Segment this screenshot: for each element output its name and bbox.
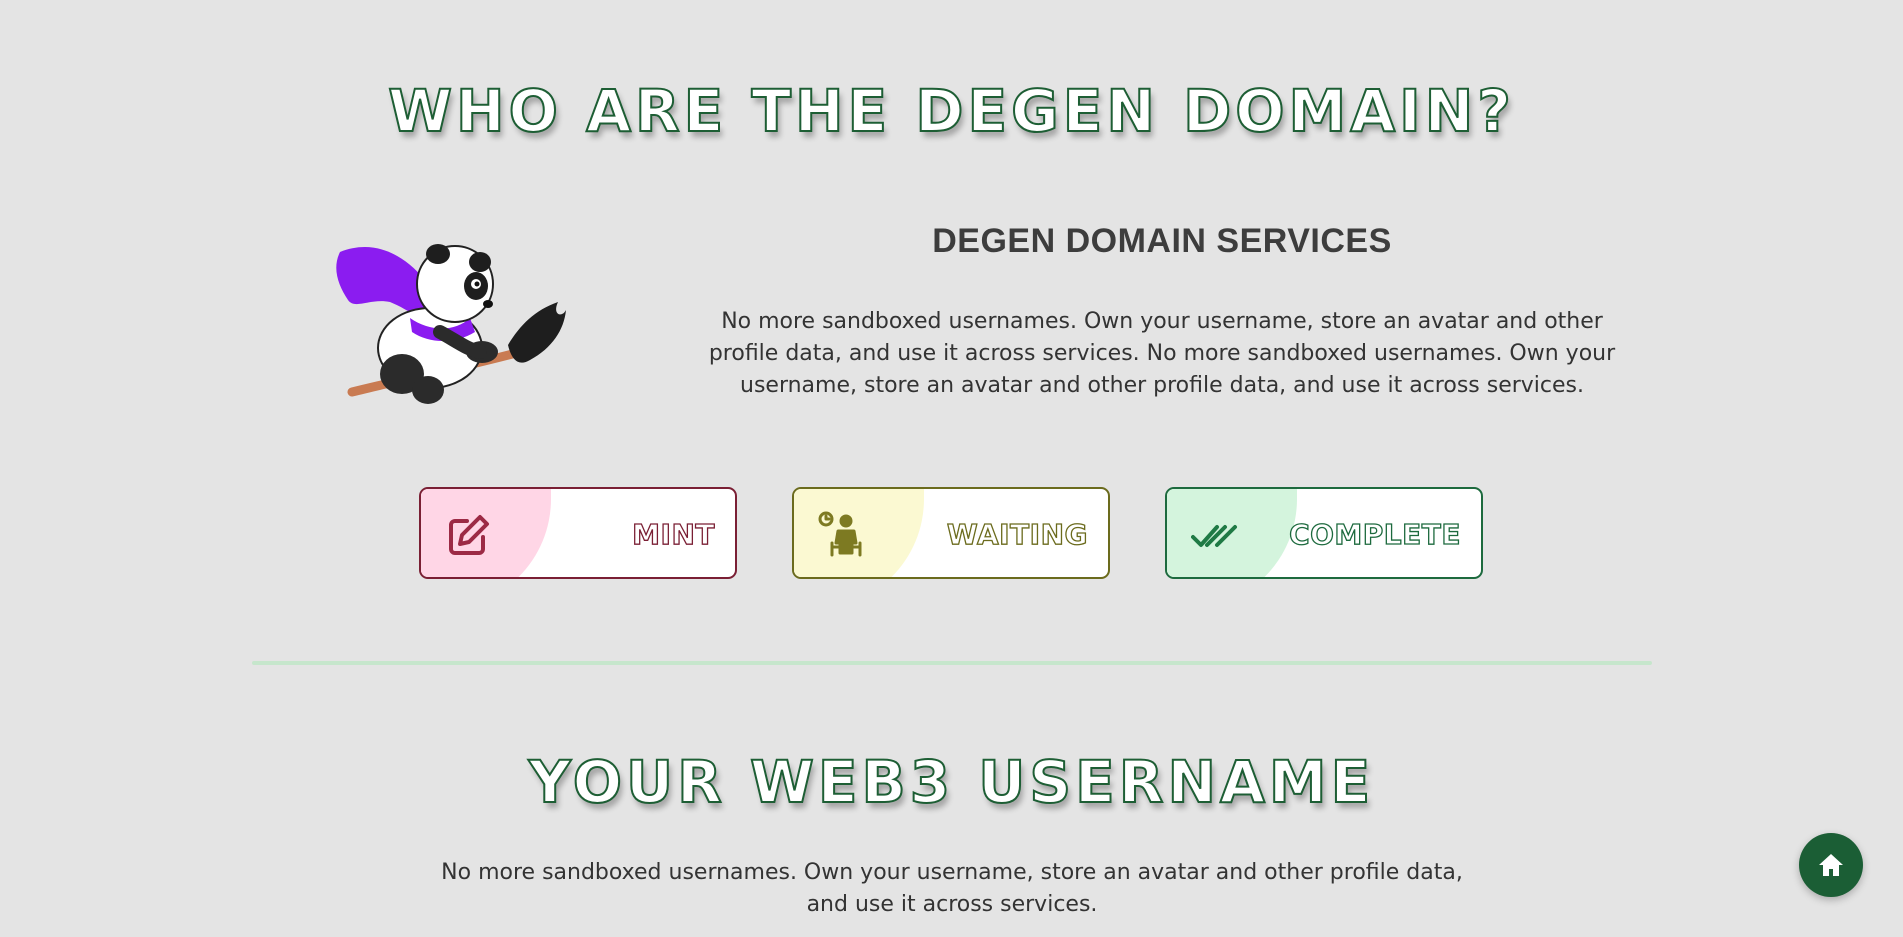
home-icon <box>1819 854 1843 876</box>
username-section-title: YOUR WEB3 USERNAME <box>528 747 1375 817</box>
complete-card[interactable]: COMPLETE <box>1165 487 1483 579</box>
about-section-title: WHO ARE THE DEGEN DOMAIN? <box>387 76 1515 146</box>
services-description: No more sandboxed usernames. Own your us… <box>708 309 1616 398</box>
mint-label: MINT <box>632 517 716 551</box>
services-heading: DEGEN DOMAIN SERVICES <box>932 222 1392 260</box>
waiting-person-icon <box>818 511 862 557</box>
edit-icon <box>449 515 489 555</box>
double-check-icon <box>1191 525 1237 547</box>
waiting-card[interactable]: WAITING <box>792 487 1110 579</box>
section-divider <box>252 661 1652 665</box>
mint-card[interactable]: MINT <box>419 487 737 579</box>
waiting-label: WAITING <box>946 517 1088 551</box>
complete-label: COMPLETE <box>1288 517 1461 551</box>
username-description: No more sandboxed usernames. Own your us… <box>441 860 1463 917</box>
panda-on-broom-icon <box>336 244 566 404</box>
home-button[interactable] <box>1799 833 1863 897</box>
